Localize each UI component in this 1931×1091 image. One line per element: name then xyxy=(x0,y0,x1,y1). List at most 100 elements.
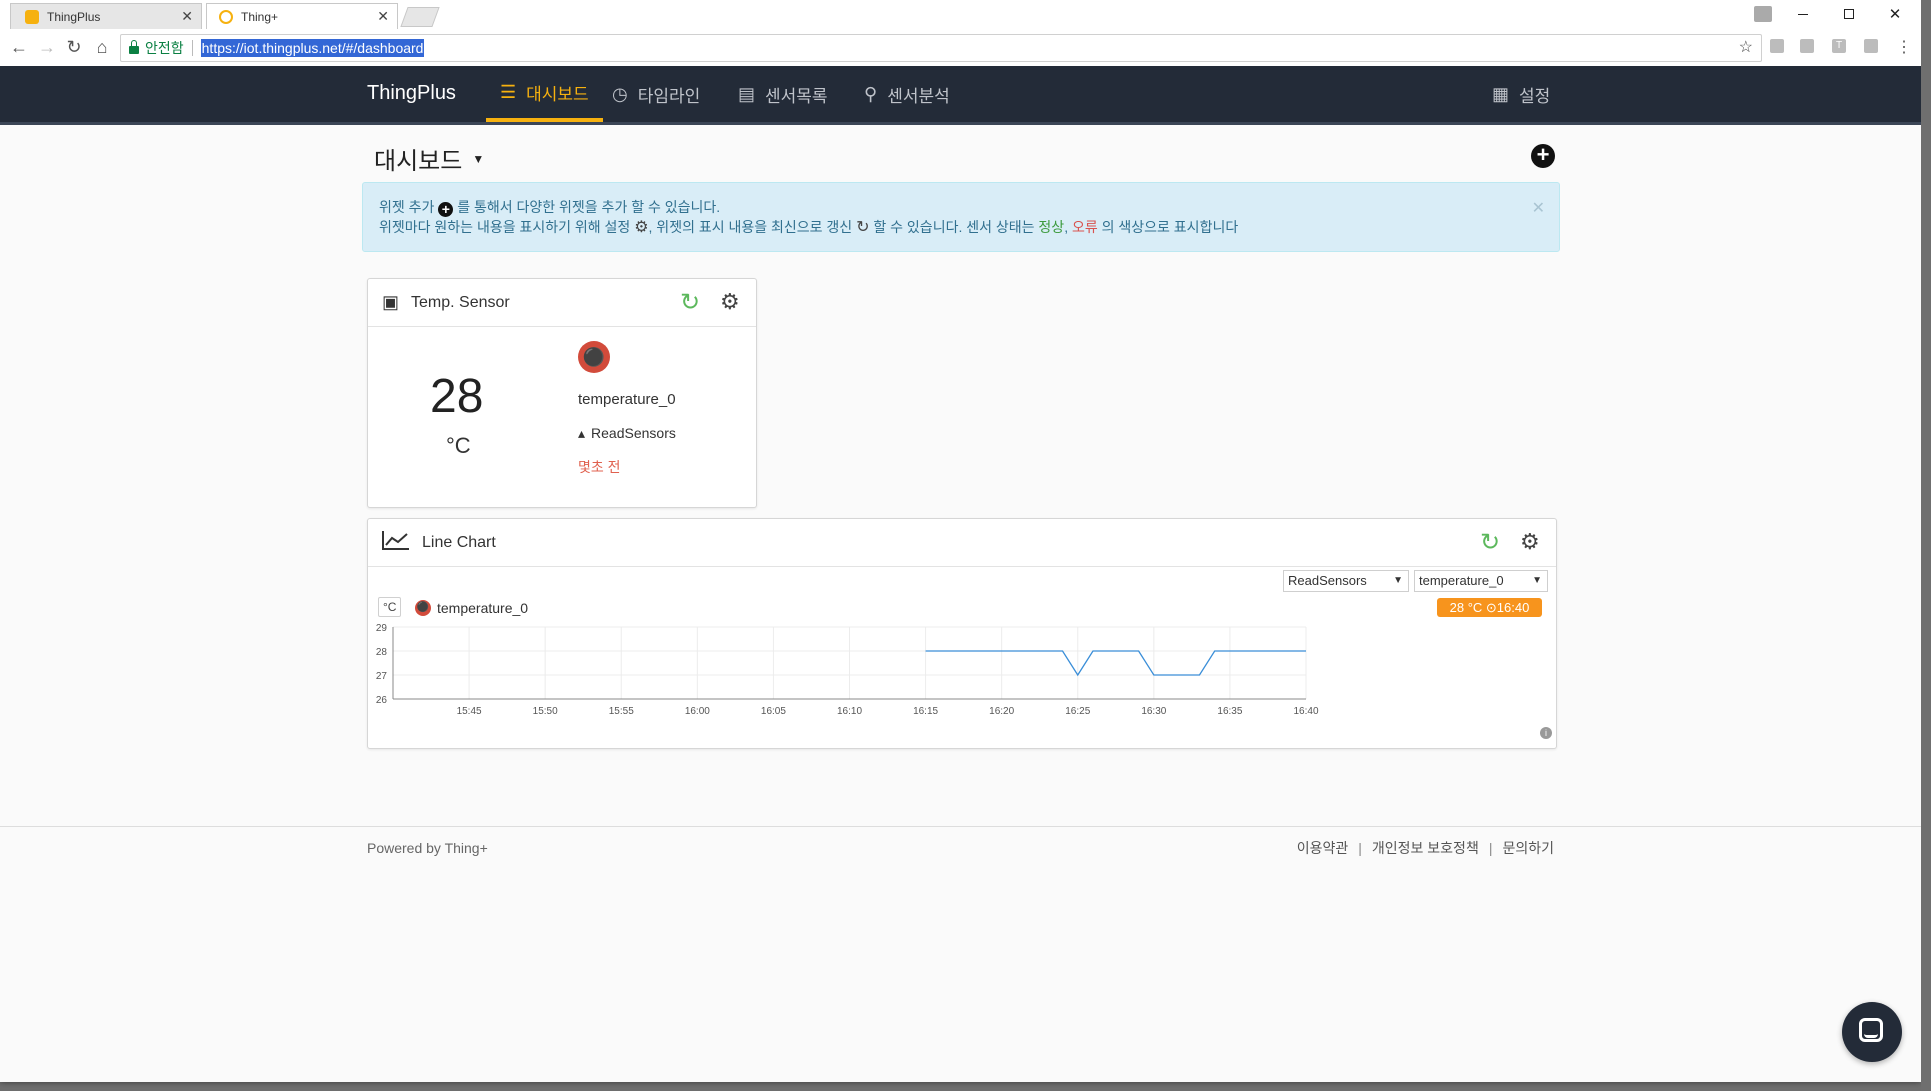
x-tick-label: 16:00 xyxy=(685,706,710,717)
page-title[interactable]: 대시보드 ▼ xyxy=(374,141,484,176)
y-tick-label: 29 xyxy=(376,623,388,634)
url-text[interactable]: https://iot.thingplus.net/#/dashboard xyxy=(200,39,425,57)
refresh-icon[interactable]: ↻ xyxy=(680,288,700,317)
x-tick-label: 16:30 xyxy=(1141,706,1166,717)
footer-links: 이용약관 | 개인정보 보호정책 | 문의하기 xyxy=(1297,838,1554,858)
sensor-unit: °C xyxy=(446,433,471,458)
browser-tab-thing-plus[interactable]: Thing+ ✕ xyxy=(206,3,398,29)
widget-title: Temp. Sensor xyxy=(411,293,510,311)
gear-icon[interactable]: ⚙ xyxy=(720,289,740,315)
address-bar: ← → ↻ ⌂ 안전함 https://iot.thingplus.net/#/… xyxy=(0,30,1921,67)
extension-icon[interactable] xyxy=(1864,39,1878,53)
thermometer-icon: ⚫ xyxy=(415,600,431,616)
footer-link-contact[interactable]: 문의하기 xyxy=(1502,840,1554,856)
nav-item-label: 설정 xyxy=(1519,86,1551,106)
extension-icon[interactable] xyxy=(1770,39,1784,53)
extension-t-icon[interactable]: T xyxy=(1832,39,1846,53)
alert-text: , 위젯의 표시 내용을 최신으로 갱신 xyxy=(648,219,853,235)
nav-item-settings[interactable]: ▦ 설정 xyxy=(1492,66,1550,122)
extension-icon[interactable] xyxy=(1800,39,1814,53)
nav-item-sensor-analysis[interactable]: ⚲ 센서분석 xyxy=(864,66,950,122)
x-tick-label: 16:35 xyxy=(1217,706,1242,717)
series-line xyxy=(925,650,1306,677)
gateway-row: ▴ ReadSensors xyxy=(578,425,676,442)
secure-label: 안전함 xyxy=(145,40,184,56)
nav-item-dashboard[interactable]: ☰ 대시보드 xyxy=(486,66,603,122)
bookmark-star-icon[interactable]: ☆ xyxy=(1739,37,1753,57)
tab-title: ThingPlus xyxy=(47,9,101,24)
sensor-select[interactable]: temperature_0 ▼ xyxy=(1414,570,1548,592)
gateway-select-value: ReadSensors xyxy=(1288,573,1367,588)
alert-text: , xyxy=(1064,219,1069,235)
refresh-icon[interactable]: ↻ xyxy=(1480,528,1500,557)
nav-item-label: 타임라인 xyxy=(637,86,701,106)
thing-plus-favicon-icon xyxy=(219,9,233,24)
line-chart: 29 28 27 26 15:45 15:50 15:55 16:00 16:05 16:10 16… xyxy=(376,623,1319,717)
clock-icon: ◷ xyxy=(612,83,628,104)
footer-link-terms[interactable]: 이용약관 xyxy=(1297,840,1349,856)
unit-box: °C xyxy=(378,597,402,617)
close-icon[interactable]: ✕ xyxy=(1532,199,1545,219)
reload-icon[interactable]: ↻ xyxy=(63,36,85,58)
page-title-text: 대시보드 xyxy=(374,148,463,175)
sensor-value: 28 xyxy=(430,370,484,423)
widget-header: Line Chart ↻ ⚙ xyxy=(368,519,1556,567)
menu-kebab-icon[interactable]: ⋮ xyxy=(1893,36,1915,58)
widget-title: Line Chart xyxy=(422,533,496,551)
chat-launcher-button[interactable] xyxy=(1842,1002,1902,1062)
url-field[interactable]: 안전함 https://iot.thingplus.net/#/dashboar… xyxy=(120,34,1762,62)
updated-time: 몇초 전 xyxy=(578,459,621,475)
close-tab-icon[interactable]: ✕ xyxy=(377,8,389,25)
chevron-down-icon: ▼ xyxy=(1393,575,1403,586)
browser-window: ThingPlus ✕ Thing+ ✕ ✕ ← → ↻ ⌂ 안전함 https… xyxy=(0,0,1921,1082)
gateway-select[interactable]: ReadSensors ▼ xyxy=(1283,570,1409,592)
info-icon[interactable]: i xyxy=(1540,727,1552,739)
chip-icon: ▤ xyxy=(738,83,756,104)
alert-line-1: 위젯 추가 + 를 통해서 다양한 위젯을 추가 할 수 있습니다. xyxy=(379,197,1543,217)
gateway-icon: ▴ xyxy=(578,425,586,441)
x-tick-label: 16:15 xyxy=(913,706,938,717)
x-tick-label: 15:55 xyxy=(609,706,634,717)
add-widget-button[interactable]: + xyxy=(1531,144,1555,168)
new-tab-button[interactable] xyxy=(400,7,440,27)
temp-sensor-widget: ▣ Temp. Sensor ↻ ⚙ 28 °C ⚫ temperature_0… xyxy=(367,278,757,508)
minimize-icon[interactable] xyxy=(1780,0,1826,28)
brand-logo[interactable]: ThingPlus xyxy=(367,82,456,105)
divider: | xyxy=(1488,840,1493,856)
sensor-chip-icon: ▣ xyxy=(382,292,400,312)
line-chart-icon xyxy=(382,530,410,555)
alert-text: 할 수 있습니다. 센서 상태는 xyxy=(873,219,1035,235)
gear-icon[interactable]: ⚙ xyxy=(1520,529,1540,555)
browser-tab-thingplus[interactable]: ThingPlus ✕ xyxy=(10,3,202,29)
x-tick-label: 15:45 xyxy=(457,706,482,717)
alert-text: 를 통해서 다양한 위젯을 추가 할 수 있습니다. xyxy=(457,199,721,215)
divider xyxy=(191,40,193,56)
latest-value-badge: 28 °C ⊙16:40 xyxy=(1437,598,1542,617)
sensor-select-value: temperature_0 xyxy=(1419,573,1504,588)
alert-text: 의 색상으로 표시합니다 xyxy=(1101,219,1239,235)
thermometer-icon: ⚫ xyxy=(578,341,610,373)
x-tick-label: 15:50 xyxy=(533,706,558,717)
close-tab-icon[interactable]: ✕ xyxy=(181,8,193,25)
info-alert: 위젯 추가 + 를 통해서 다양한 위젯을 추가 할 수 있습니다. 위젯마다 … xyxy=(362,182,1560,252)
home-icon[interactable]: ⌂ xyxy=(91,36,113,58)
forward-icon[interactable]: → xyxy=(36,36,58,58)
restore-icon[interactable] xyxy=(1826,0,1872,28)
footer-link-privacy[interactable]: 개인정보 보호정책 xyxy=(1372,840,1479,856)
back-icon[interactable]: ← xyxy=(8,36,30,58)
nav-item-timeline[interactable]: ◷ 타임라인 xyxy=(612,66,700,122)
legend-label: temperature_0 xyxy=(437,600,529,616)
window-close-icon[interactable]: ✕ xyxy=(1872,0,1918,28)
divider: | xyxy=(1358,840,1362,856)
x-tick-label: 16:25 xyxy=(1065,706,1090,717)
tab-strip: ThingPlus ✕ Thing+ ✕ ✕ xyxy=(0,0,1921,30)
nav-item-sensor-list[interactable]: ▤ 센서목록 xyxy=(738,66,828,122)
caret-down-icon: ▼ xyxy=(472,151,485,166)
sensor-name[interactable]: temperature_0 xyxy=(578,391,676,408)
status-ok-text: 정상 xyxy=(1038,219,1065,235)
nav-item-label: 센서목록 xyxy=(765,86,828,106)
lock-icon xyxy=(129,40,139,54)
alert-text: 위젯 추가 xyxy=(379,199,435,215)
widget-header: ▣ Temp. Sensor ↻ ⚙ xyxy=(368,279,756,327)
line-chart-widget: Line Chart ↻ ⚙ ReadSensors ▼ temperature_… xyxy=(367,518,1557,749)
